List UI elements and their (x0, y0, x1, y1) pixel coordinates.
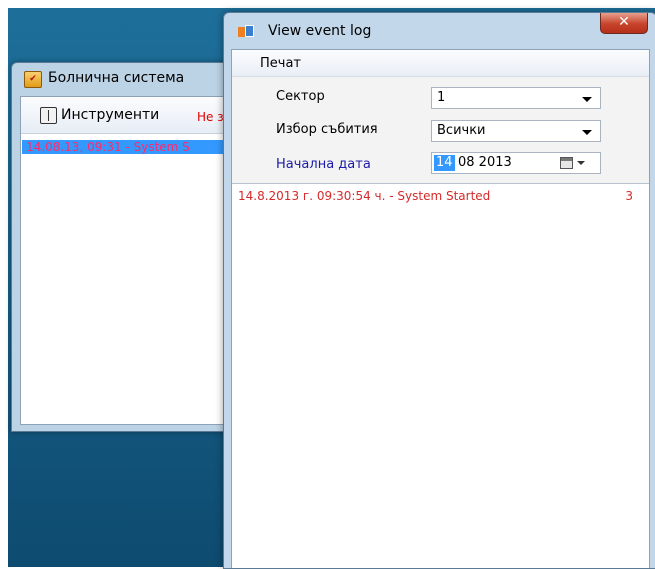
event-log-list[interactable]: 14.8.2013 г. 09:30:54 ч. - System Starte… (232, 183, 649, 568)
date-month-year[interactable]: 08 2013 (458, 153, 512, 173)
chevron-down-icon[interactable] (577, 161, 585, 165)
list-item[interactable]: 14.8.2013 г. 09:30:54 ч. - System Starte… (238, 188, 633, 204)
title-bar[interactable]: ✔ Болнична система (12, 63, 244, 93)
chevron-down-icon[interactable] (582, 97, 592, 102)
window-title: View event log (268, 23, 372, 39)
antenna-icon (40, 107, 57, 124)
window-icon (238, 25, 254, 39)
hospital-system-window[interactable]: ✔ Болнична система Инструменти Не за 14.… (11, 62, 245, 432)
start-date-picker[interactable]: 14 08 2013 (431, 152, 601, 174)
chevron-down-icon[interactable] (582, 130, 592, 135)
date-day-segment[interactable]: 14 (434, 155, 455, 171)
app-icon: ✔ (24, 71, 42, 88)
event-select-value: Всички (437, 123, 486, 138)
log-entry-text: 14.8.2013 г. 09:30:54 ч. - System Starte… (238, 189, 491, 203)
window-client: Печат Сектор 1 Избор събития Всички Нача… (231, 49, 650, 568)
window-title: Болнична система (48, 70, 185, 86)
sector-select[interactable]: 1 (431, 87, 601, 109)
list-item[interactable]: 14.08.13, 09:31 - System S (22, 140, 237, 154)
log-entry-count: 3 (625, 189, 633, 203)
event-select[interactable]: Всички (431, 120, 601, 142)
event-log-window[interactable]: View event log ✕ Печат Сектор 1 Избор съ… (223, 12, 655, 569)
sector-label: Сектор (276, 89, 325, 104)
window-client: Инструменти Не за 14.08.13, 09:31 - Syst… (20, 96, 238, 425)
tools-menu[interactable]: Инструменти (61, 107, 159, 123)
close-button[interactable]: ✕ (600, 13, 648, 34)
calendar-icon[interactable] (560, 157, 573, 169)
sector-value: 1 (437, 90, 446, 105)
menu-item-print[interactable]: Печат (260, 56, 301, 71)
title-bar[interactable]: View event log ✕ (224, 13, 655, 49)
start-date-label: Начална дата (276, 157, 371, 172)
menu-bar: Печат (232, 50, 649, 77)
toolbar: Инструменти Не за (21, 97, 237, 134)
event-select-label: Избор събития (276, 122, 378, 137)
